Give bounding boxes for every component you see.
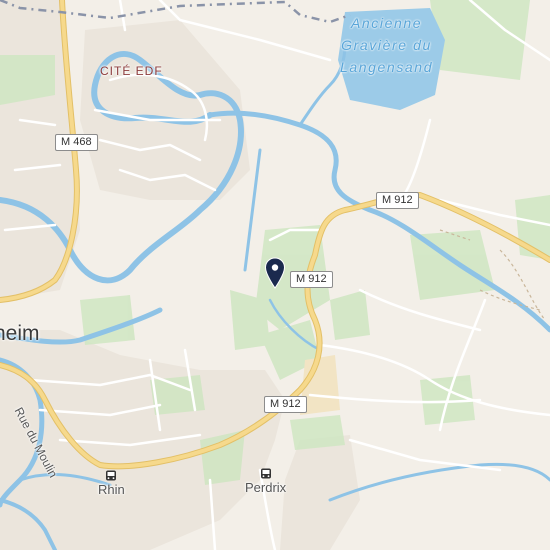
- bus-icon: [260, 468, 271, 479]
- road-shield-m468: M 468: [55, 134, 98, 151]
- place-label-town: heim: [0, 322, 40, 345]
- map-canvas[interactable]: Ancienne Gravière du Langensand CITÉ EDF…: [0, 0, 550, 550]
- bus-stop-rhin[interactable]: Rhin: [98, 470, 125, 497]
- lake-label: Ancienne Gravière du Langensand: [340, 15, 434, 75]
- bus-stop-label: Rhin: [98, 482, 125, 497]
- map-pin-icon[interactable]: [264, 257, 286, 289]
- road-shield-m912-south: M 912: [264, 396, 307, 413]
- place-label-cite-edf: CITÉ EDF: [100, 64, 163, 78]
- road-shield-m912-center: M 912: [290, 271, 333, 288]
- bus-stop-label: Perdrix: [245, 480, 287, 495]
- road-shield-m912-north: M 912: [376, 192, 419, 209]
- bus-icon: [106, 470, 117, 481]
- bus-stop-perdrix[interactable]: Perdrix: [245, 468, 286, 495]
